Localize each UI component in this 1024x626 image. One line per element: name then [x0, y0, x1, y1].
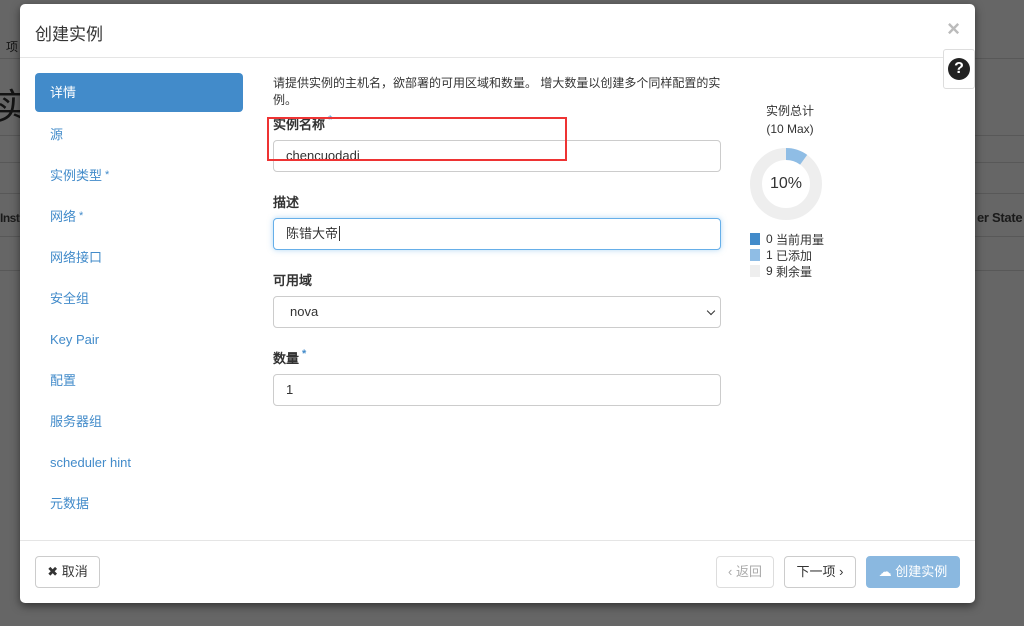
nav-item[interactable]: 详情: [35, 73, 243, 112]
x-icon: ✖: [47, 564, 59, 579]
instance-name-label: 实例名称 *: [273, 114, 333, 132]
nav-item[interactable]: 网络接口: [35, 237, 243, 278]
nav-item[interactable]: 配置: [35, 360, 243, 401]
nav-item[interactable]: 源: [35, 114, 243, 155]
instance-quota: 实例总计 (10 Max) 10% 0 当前用量 1 已添加 9 剩余量: [745, 102, 835, 279]
wizard-nav: 详情源实例类型 * 网络 * 网络接口 安全组 Key Pair 配置 服务器组 schedule…: [35, 73, 243, 524]
legend-item: 0 当前用量: [750, 231, 835, 247]
create-instance-button[interactable]: ☁ 创建实例: [866, 556, 960, 588]
legend-item: 9 剩余量: [750, 263, 835, 279]
availability-zone-label: 可用域: [273, 273, 313, 288]
nav-item[interactable]: 实例类型 *: [35, 155, 243, 196]
required-marker: *: [79, 210, 84, 222]
nav-item[interactable]: Key Pair: [35, 319, 243, 360]
nav-item[interactable]: 服务器组: [35, 401, 243, 442]
legend-swatch: [750, 249, 760, 261]
count-label: 数量 *: [273, 348, 307, 366]
quota-percent: 10%: [769, 175, 803, 192]
close-icon[interactable]: ×: [947, 16, 960, 42]
quota-max: (10 Max): [766, 122, 814, 136]
cancel-button[interactable]: ✖ 取消: [35, 556, 100, 588]
dialog-title: 创建实例: [35, 25, 103, 44]
quota-legend: 0 当前用量 1 已添加 9 剩余量: [750, 231, 835, 279]
help-button[interactable]: ?: [943, 49, 975, 89]
bg-column-left: Inst: [0, 211, 20, 225]
question-icon: ?: [948, 58, 970, 80]
cloud-upload-icon: ☁: [878, 564, 892, 579]
count-input[interactable]: 1: [273, 374, 721, 406]
details-form: 请提供实例的主机名，欲部署的可用区域和数量。 增大数量以创建多个同样配置的实例。…: [273, 74, 721, 426]
bg-column-right: er State: [977, 210, 1023, 225]
legend-swatch: [750, 233, 760, 245]
form-intro: 请提供实例的主机名，欲部署的可用区域和数量。 增大数量以创建多个同样配置的实例。: [273, 76, 721, 107]
nav-item[interactable]: 安全组: [35, 278, 243, 319]
description-input[interactable]: 陈错大帝: [273, 218, 721, 250]
legend-swatch: [750, 265, 760, 277]
availability-zone-select[interactable]: nova: [273, 296, 721, 328]
nav-item[interactable]: 网络 *: [35, 196, 243, 237]
quota-donut: 10%: [749, 147, 823, 221]
quota-title: 实例总计: [765, 104, 814, 118]
nav-item[interactable]: scheduler hint: [35, 442, 243, 483]
back-button[interactable]: ‹ 返回: [716, 556, 774, 588]
nav-item[interactable]: 元数据: [35, 483, 243, 524]
next-button[interactable]: 下一项 ›: [784, 556, 856, 588]
legend-item: 1 已添加: [750, 247, 835, 263]
description-label: 描述: [273, 195, 300, 210]
required-marker: *: [105, 169, 110, 181]
instance-name-input[interactable]: chencuodadi: [273, 140, 721, 172]
create-instance-dialog: 创建实例 × ? 详情源实例类型 * 网络 * 网络接口 安全组 Key Pair 配置 服务器…: [20, 4, 975, 603]
